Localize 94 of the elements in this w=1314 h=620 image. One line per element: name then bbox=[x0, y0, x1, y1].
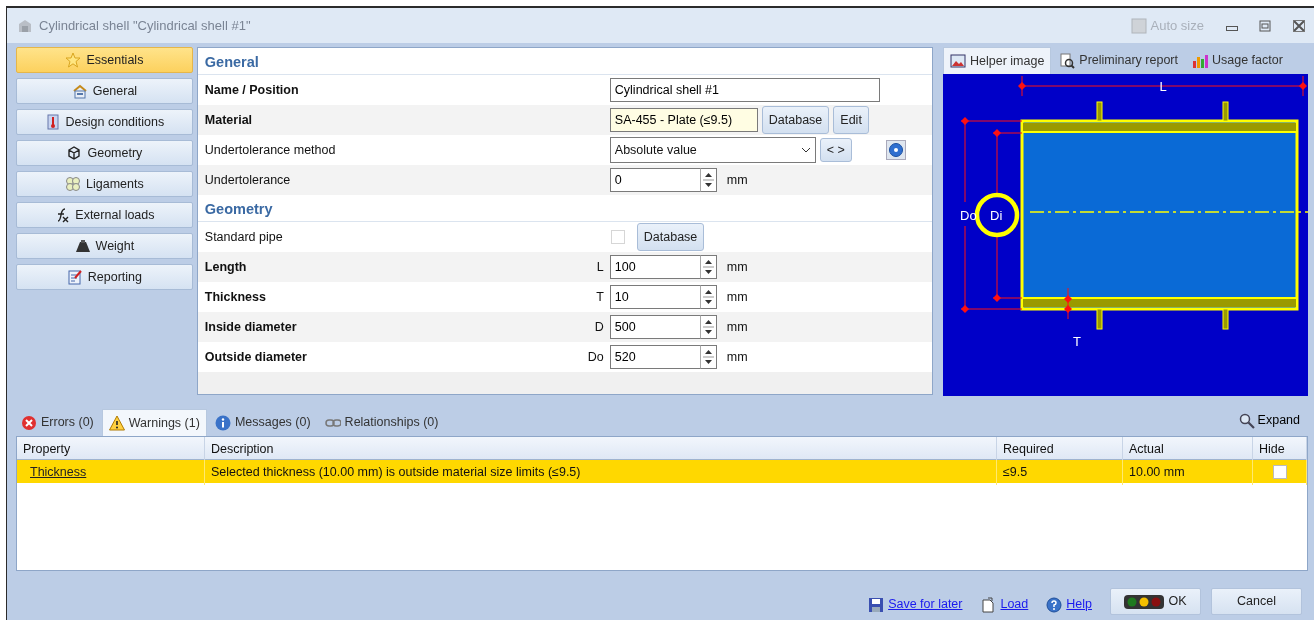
sidebar-item[interactable]: General bbox=[16, 78, 193, 104]
number-field[interactable]: 0 bbox=[609, 168, 700, 192]
tab[interactable]: Preliminary report bbox=[1053, 47, 1184, 74]
minimize-icon bbox=[1226, 26, 1238, 31]
column-header: Property bbox=[23, 442, 71, 456]
resize-icon bbox=[1130, 17, 1147, 34]
column-header: Required bbox=[1003, 442, 1054, 456]
table-cell: Selected thickness (10.00 mm) is outside material size limits (≤9.5) bbox=[211, 465, 581, 479]
search-icon bbox=[1238, 412, 1255, 429]
info-icon bbox=[214, 414, 231, 431]
document-icon bbox=[980, 596, 997, 613]
symbol-label: D bbox=[594, 319, 604, 334]
number-field[interactable]: 10 bbox=[609, 285, 700, 309]
cube-icon bbox=[66, 145, 83, 161]
close-icon bbox=[1292, 18, 1306, 33]
button[interactable]: Database bbox=[761, 106, 830, 134]
text-field[interactable]: Cylindrical shell #1 bbox=[609, 78, 880, 102]
column-header: Description bbox=[211, 442, 274, 456]
button[interactable]: Edit bbox=[833, 106, 869, 134]
help-icon bbox=[885, 140, 906, 160]
sidebar-item[interactable]: Design conditions bbox=[16, 109, 193, 135]
ok-button[interactable]: OK bbox=[1110, 588, 1201, 615]
property-link[interactable]: Thickness bbox=[23, 465, 87, 479]
error-icon bbox=[21, 414, 37, 431]
field-label: Undertolerance bbox=[204, 172, 291, 187]
maximize-icon bbox=[1258, 18, 1272, 33]
unit-label: mm bbox=[726, 171, 748, 189]
weight-icon bbox=[74, 238, 91, 254]
bar-chart-icon bbox=[1192, 52, 1208, 69]
table-cell: ≤9.5 bbox=[1003, 465, 1028, 479]
nav-button[interactable]: < > bbox=[819, 138, 852, 162]
field-label: Standard pipe bbox=[204, 229, 283, 244]
field-label: Outside diameter bbox=[204, 349, 307, 364]
tab[interactable]: Errors (0) bbox=[15, 409, 100, 436]
image-icon bbox=[950, 53, 966, 69]
symbol-label: Do bbox=[587, 349, 604, 364]
thickness-dimension bbox=[1064, 287, 1072, 320]
report-icon bbox=[66, 269, 83, 285]
dropdown[interactable]: Absolute value bbox=[609, 137, 816, 163]
dimension-label: T bbox=[1073, 334, 1081, 349]
footer-link[interactable]: Save for later bbox=[868, 595, 963, 614]
table-cell: 10.00 mm bbox=[1129, 465, 1185, 479]
section-heading: Geometry bbox=[197, 195, 932, 222]
window-title: Cylindrical shell "Cylindrical shell #1" bbox=[39, 16, 251, 35]
sidebar-item[interactable]: External loads bbox=[16, 202, 193, 228]
sidebar-item[interactable]: Reporting bbox=[16, 264, 193, 290]
tab[interactable]: Usage factor bbox=[1186, 47, 1289, 74]
field-label: Undertolerance method bbox=[204, 142, 336, 157]
column-header: Actual bbox=[1129, 442, 1164, 456]
symbol-label: L bbox=[596, 259, 604, 274]
tab[interactable]: Messages (0) bbox=[208, 409, 317, 436]
dimension-label: L bbox=[1159, 79, 1167, 94]
section-heading: General bbox=[197, 48, 932, 75]
number-field[interactable]: 500 bbox=[609, 315, 700, 339]
sidebar-item[interactable]: Geometry bbox=[16, 140, 193, 166]
floppy-icon bbox=[868, 596, 885, 613]
tab[interactable]: Warnings (1) bbox=[101, 409, 207, 436]
tab[interactable]: Relationships (0) bbox=[318, 409, 445, 436]
table-row[interactable]: Thickness Selected thickness (10.00 mm) is outside material size limits (≤9.5) ≤9.5 10.00 mm bbox=[17, 460, 1307, 483]
unit-label: mm bbox=[726, 318, 748, 336]
help-icon bbox=[1046, 596, 1063, 613]
warning-icon bbox=[108, 415, 125, 431]
field-label: Inside diameter bbox=[204, 319, 297, 334]
symbol-label: T bbox=[596, 289, 604, 304]
magnifier-icon bbox=[1059, 52, 1076, 69]
field-label: Material bbox=[204, 112, 253, 127]
number-field[interactable]: 100 bbox=[609, 255, 700, 279]
number-field[interactable]: 520 bbox=[609, 345, 700, 369]
tab[interactable]: Helper image bbox=[943, 47, 1052, 74]
unit-label: mm bbox=[726, 288, 748, 306]
star-icon bbox=[65, 52, 82, 68]
footer-link[interactable]: Help bbox=[1046, 595, 1092, 614]
shell-icon bbox=[17, 17, 33, 34]
material-field[interactable]: SA-455 - Plate (≤9.5) bbox=[609, 108, 758, 132]
field-label: Thickness bbox=[204, 289, 266, 304]
footer-link[interactable]: Load bbox=[980, 595, 1029, 614]
sidebar-item[interactable]: Essentials bbox=[16, 47, 193, 73]
expand-button[interactable]: Expand bbox=[1232, 410, 1306, 431]
unit-label: mm bbox=[726, 348, 748, 366]
thermometer-icon bbox=[44, 114, 61, 130]
unit-label: mm bbox=[726, 258, 748, 276]
cancel-button[interactable]: Cancel bbox=[1211, 588, 1302, 615]
sidebar-item[interactable]: Ligaments bbox=[16, 171, 193, 197]
column-header: Hide bbox=[1259, 442, 1285, 456]
chevron-icon bbox=[800, 147, 811, 153]
traffic-light-icon bbox=[1124, 594, 1165, 609]
dimension-label: Di bbox=[990, 208, 1003, 223]
highlight-ring bbox=[974, 192, 1020, 238]
field-label: Name / Position bbox=[204, 82, 299, 97]
house-icon bbox=[71, 83, 88, 99]
field-label: Length bbox=[204, 259, 247, 274]
sidebar-item[interactable]: Weight bbox=[16, 233, 193, 259]
circles-icon bbox=[65, 176, 82, 192]
hide-checkbox[interactable] bbox=[1272, 465, 1287, 480]
